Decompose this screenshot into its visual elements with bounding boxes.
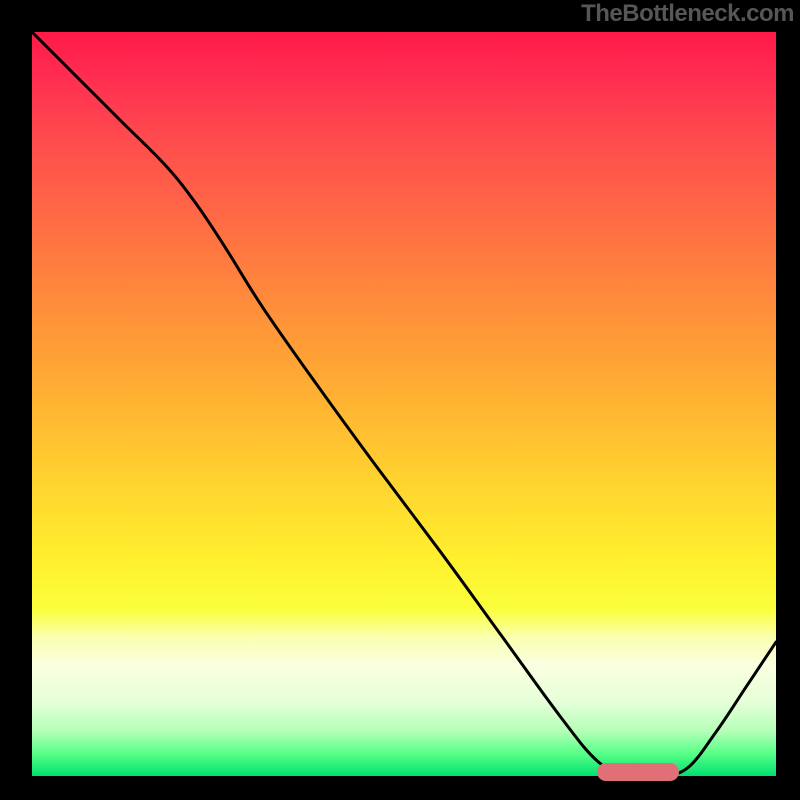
curve-layer — [32, 32, 776, 776]
optimal-range-marker — [597, 763, 679, 781]
chart-frame: TheBottleneck.com — [0, 0, 800, 800]
attribution-watermark: TheBottleneck.com — [581, 0, 794, 28]
plot-area — [32, 32, 776, 776]
data-curve — [32, 32, 776, 776]
